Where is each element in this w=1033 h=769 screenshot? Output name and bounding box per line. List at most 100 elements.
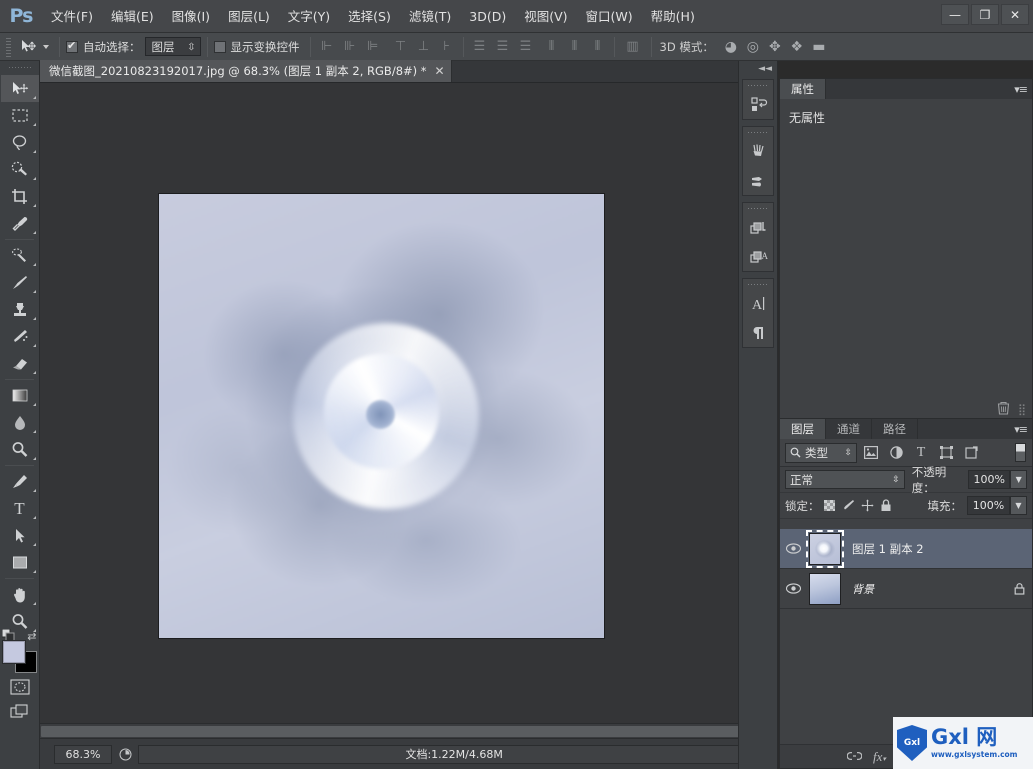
- auto-select-target-dropdown[interactable]: 图层: [144, 37, 201, 57]
- canvas-horizontal-scroll-thumb[interactable]: [41, 726, 753, 737]
- layer-thumbnail-wrapper[interactable]: [806, 529, 844, 568]
- rail-group-grip[interactable]: [748, 205, 768, 213]
- filter-type-icon[interactable]: T: [910, 442, 932, 464]
- quick-mask-mode-icon[interactable]: [1, 675, 39, 699]
- resize-grip-icon[interactable]: ⣿: [1018, 403, 1026, 416]
- foreground-color-swatch[interactable]: [1, 640, 26, 664]
- brush-panel-icon[interactable]: [743, 166, 775, 195]
- hand-tool[interactable]: [1, 581, 39, 608]
- rectangular-marquee-tool[interactable]: [1, 102, 39, 129]
- canvas-area[interactable]: [40, 83, 778, 738]
- brush-presets-icon[interactable]: [743, 137, 775, 166]
- tab-channels[interactable]: 通道: [826, 419, 872, 439]
- horizontal-type-tool[interactable]: T: [1, 495, 39, 522]
- table-row[interactable]: 图层 1 副本 2: [780, 529, 1032, 569]
- menu-view[interactable]: 视图(V): [515, 0, 576, 33]
- gradient-tool[interactable]: [1, 382, 39, 409]
- lasso-tool[interactable]: [1, 129, 39, 156]
- fill-slider-button[interactable]: ▼: [1010, 496, 1027, 515]
- preview-icon[interactable]: [114, 745, 136, 764]
- close-button[interactable]: ✕: [1001, 4, 1029, 25]
- align-horizontal-centers-icon[interactable]: ⊪: [340, 37, 360, 57]
- character-panel-icon[interactable]: A: [743, 289, 775, 318]
- document-info-field[interactable]: 文档:1.22M/4.68M ▶: [138, 744, 778, 764]
- pen-tool[interactable]: [1, 468, 39, 495]
- menu-layer[interactable]: 图层(L): [219, 0, 279, 33]
- delete-layer-icon[interactable]: [997, 401, 1010, 418]
- roll-3d-object-icon[interactable]: ◎: [742, 37, 764, 57]
- menu-filter[interactable]: 滤镜(T): [400, 0, 460, 33]
- close-icon[interactable]: ✕: [435, 64, 445, 78]
- tool-preset-chevron-icon[interactable]: [43, 44, 49, 49]
- scale-3d-object-icon[interactable]: ▬: [808, 37, 830, 57]
- distribute-left-edges-icon[interactable]: ⦀: [542, 37, 562, 57]
- distribute-vertical-centers-icon[interactable]: ☰: [493, 37, 513, 57]
- move-tool[interactable]: [0, 75, 39, 102]
- blur-tool[interactable]: [1, 409, 39, 436]
- slide-3d-object-icon[interactable]: ❖: [786, 37, 808, 57]
- filter-shape-icon[interactable]: [935, 442, 957, 464]
- layer-comps-icon[interactable]: [743, 213, 775, 242]
- lock-position-icon[interactable]: [858, 496, 877, 515]
- blend-mode-dropdown[interactable]: 正常 ⇳: [785, 470, 905, 489]
- history-panel-icon[interactable]: [743, 90, 775, 119]
- layer-thumbnail[interactable]: [806, 529, 844, 568]
- menu-type[interactable]: 文字(Y): [279, 0, 339, 33]
- layer-filter-type-dropdown[interactable]: 类型 ⇳: [785, 442, 857, 463]
- filter-enable-toggle[interactable]: [1015, 443, 1026, 462]
- maximize-button[interactable]: ❐: [971, 4, 999, 25]
- opacity-value-field[interactable]: 100%: [968, 470, 1011, 489]
- menu-edit[interactable]: 编辑(E): [102, 0, 163, 33]
- menu-help[interactable]: 帮助(H): [642, 0, 704, 33]
- align-bottom-edges-icon[interactable]: ⊦: [437, 37, 457, 57]
- canvas-horizontal-scrollbar[interactable]: [40, 723, 761, 738]
- swap-colors-icon[interactable]: ⇄: [27, 630, 36, 643]
- tool-preset-picker[interactable]: [16, 39, 53, 55]
- tab-properties[interactable]: 属性: [780, 79, 826, 99]
- menu-file[interactable]: 文件(F): [42, 0, 102, 33]
- link-layers-icon[interactable]: [846, 750, 863, 764]
- tab-layers[interactable]: 图层: [780, 419, 826, 439]
- rotate-3d-object-icon[interactable]: ◕: [720, 37, 742, 57]
- zoom-level-field[interactable]: 68.3%: [54, 744, 112, 764]
- panel-menu-icon[interactable]: ▾≡: [1014, 83, 1028, 96]
- drag-3d-object-icon[interactable]: ✥: [764, 37, 786, 57]
- layer-thumbnail-wrapper[interactable]: [806, 570, 844, 608]
- canvas-artboard[interactable]: [158, 193, 605, 639]
- eyedropper-tool[interactable]: [1, 210, 39, 237]
- menu-window[interactable]: 窗口(W): [577, 0, 642, 33]
- layer-visibility-icon[interactable]: [780, 529, 806, 569]
- path-selection-tool[interactable]: [1, 522, 39, 549]
- layer-name[interactable]: 图层 1 副本 2: [844, 541, 1006, 557]
- menu-select[interactable]: 选择(S): [339, 0, 400, 33]
- brush-tool[interactable]: [1, 269, 39, 296]
- eraser-tool[interactable]: [1, 350, 39, 377]
- menu-image[interactable]: 图像(I): [163, 0, 219, 33]
- layer-name[interactable]: 背景: [844, 581, 1006, 597]
- distribute-right-edges-icon[interactable]: ⦀: [588, 37, 608, 57]
- align-right-edges-icon[interactable]: ⊫: [363, 37, 383, 57]
- align-left-edges-icon[interactable]: ⊩: [317, 37, 337, 57]
- rail-group-grip[interactable]: [748, 129, 768, 137]
- opacity-slider-button[interactable]: ▼: [1010, 470, 1028, 489]
- document-tab[interactable]: 微信截图_20210823192017.jpg @ 68.3% (图层 1 副本…: [40, 60, 452, 82]
- align-vertical-centers-icon[interactable]: ⊥: [414, 37, 434, 57]
- paragraph-panel-icon[interactable]: [743, 318, 775, 347]
- auto-align-layers-icon[interactable]: ▥: [621, 37, 645, 57]
- layer-thumbnail[interactable]: [809, 572, 841, 605]
- rectangle-tool[interactable]: [1, 549, 39, 576]
- dodge-tool[interactable]: [1, 436, 39, 463]
- align-top-edges-icon[interactable]: ⊤: [391, 37, 411, 57]
- table-row[interactable]: 背景: [780, 569, 1032, 609]
- distribute-top-edges-icon[interactable]: ☰: [470, 37, 490, 57]
- tools-panel-grip[interactable]: [8, 64, 31, 73]
- menu-3d[interactable]: 3D(D): [460, 0, 515, 33]
- lock-image-pixels-icon[interactable]: [839, 496, 858, 515]
- clone-stamp-tool[interactable]: [1, 296, 39, 323]
- lock-transparent-pixels-icon[interactable]: [820, 496, 839, 515]
- show-transform-controls-checkbox[interactable]: [213, 40, 226, 53]
- layer-visibility-icon[interactable]: [780, 569, 806, 609]
- distribute-horizontal-centers-icon[interactable]: ⦀: [565, 37, 585, 57]
- spot-healing-brush-tool[interactable]: [1, 242, 39, 269]
- crop-tool[interactable]: [1, 183, 39, 210]
